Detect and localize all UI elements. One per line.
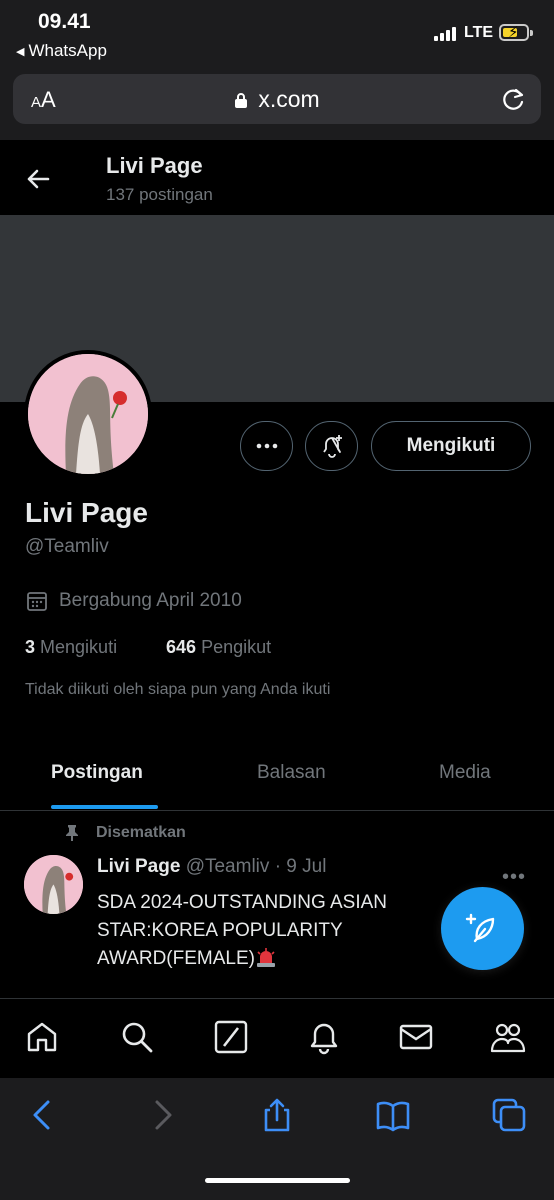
status-bar: 09.41 ◀ WhatsApp LTE ⚡ [0,0,554,66]
post-author[interactable]: Livi Page [97,856,180,877]
avatar-illustration [28,354,148,474]
signal-icon [434,27,458,41]
bell-plus-icon [322,435,342,458]
header-name: Livi Page [106,153,203,178]
bookmarks-icon[interactable] [376,1098,410,1132]
more-dots-icon [256,443,277,449]
back-to-app-link[interactable]: ◀ WhatsApp [16,41,107,61]
post-text: SDA 2024-OUTSTANDING ASIAN STAR:KOREA PO… [97,892,388,969]
communities-icon[interactable] [490,1019,526,1055]
pin-icon [66,825,78,841]
following-count: 3 [25,637,36,657]
following-link[interactable]: 3 Mengikuti [25,637,117,658]
home-icon[interactable] [24,1019,60,1055]
back-icon[interactable] [26,1098,60,1132]
status-time: 09.41 [38,10,91,33]
profile-name: Livi Page [25,497,148,528]
browser-address-area: AA x.com [0,66,554,140]
compose-post-button[interactable] [441,887,524,970]
siren-emoji-icon [256,948,275,967]
battery-icon: ⚡ [499,24,533,41]
post-handle[interactable]: @Teamliv [186,856,270,877]
post-header: Livi Page @Teamliv · 9 Jul [97,856,326,878]
lock-icon [235,93,248,108]
post-avatar-illustration [24,855,83,914]
reload-icon[interactable] [501,86,527,112]
more-options-button[interactable] [240,421,293,471]
calendar-icon [27,592,47,611]
header-post-count: 137 postingan [106,185,213,204]
tabs-icon[interactable] [492,1098,526,1132]
not-followed-note: Tidak diikuti oleh siapa pun yang Anda i… [25,681,331,698]
back-app-label: WhatsApp [28,41,107,60]
post-more-icon[interactable]: ••• [502,866,526,889]
followers-count: 646 [166,637,197,657]
home-indicator [205,1178,350,1183]
bottom-navigation [0,998,554,1078]
post-date[interactable]: 9 Jul [286,856,326,877]
following-button[interactable]: Mengikuti [371,421,531,471]
notifications-icon[interactable] [306,1019,342,1055]
forward-icon[interactable] [145,1098,179,1132]
tab-media[interactable]: Media [439,762,491,784]
profile-handle: @Teamliv [25,536,109,557]
back-triangle-icon: ◀ [16,45,25,58]
url-display[interactable]: x.com [13,86,541,113]
grok-icon[interactable] [213,1019,249,1055]
following-label: Mengikuti [40,637,118,657]
followers-link[interactable]: 646 Pengikut [166,637,271,658]
tab-posts[interactable]: Postingan [51,762,143,784]
joined-date: Bergabung April 2010 [25,589,242,613]
share-icon[interactable] [260,1098,294,1132]
post-avatar[interactable] [24,855,83,914]
network-label: LTE [464,24,494,41]
messages-icon[interactable] [398,1019,434,1055]
followers-label: Pengikut [201,637,272,657]
notify-button[interactable] [305,421,358,471]
pinned-label: Disematkan [64,824,186,842]
back-arrow-icon[interactable] [24,165,52,193]
profile-avatar[interactable] [24,350,152,478]
feather-plus-icon [465,913,494,942]
tab-replies[interactable]: Balasan [257,762,326,784]
post-separator: · [274,856,282,877]
address-bar[interactable]: AA x.com [13,74,541,124]
tab-divider [0,810,554,811]
joined-text: Bergabung April 2010 [59,590,242,611]
search-icon[interactable] [119,1019,155,1055]
active-tab-indicator [51,805,158,809]
